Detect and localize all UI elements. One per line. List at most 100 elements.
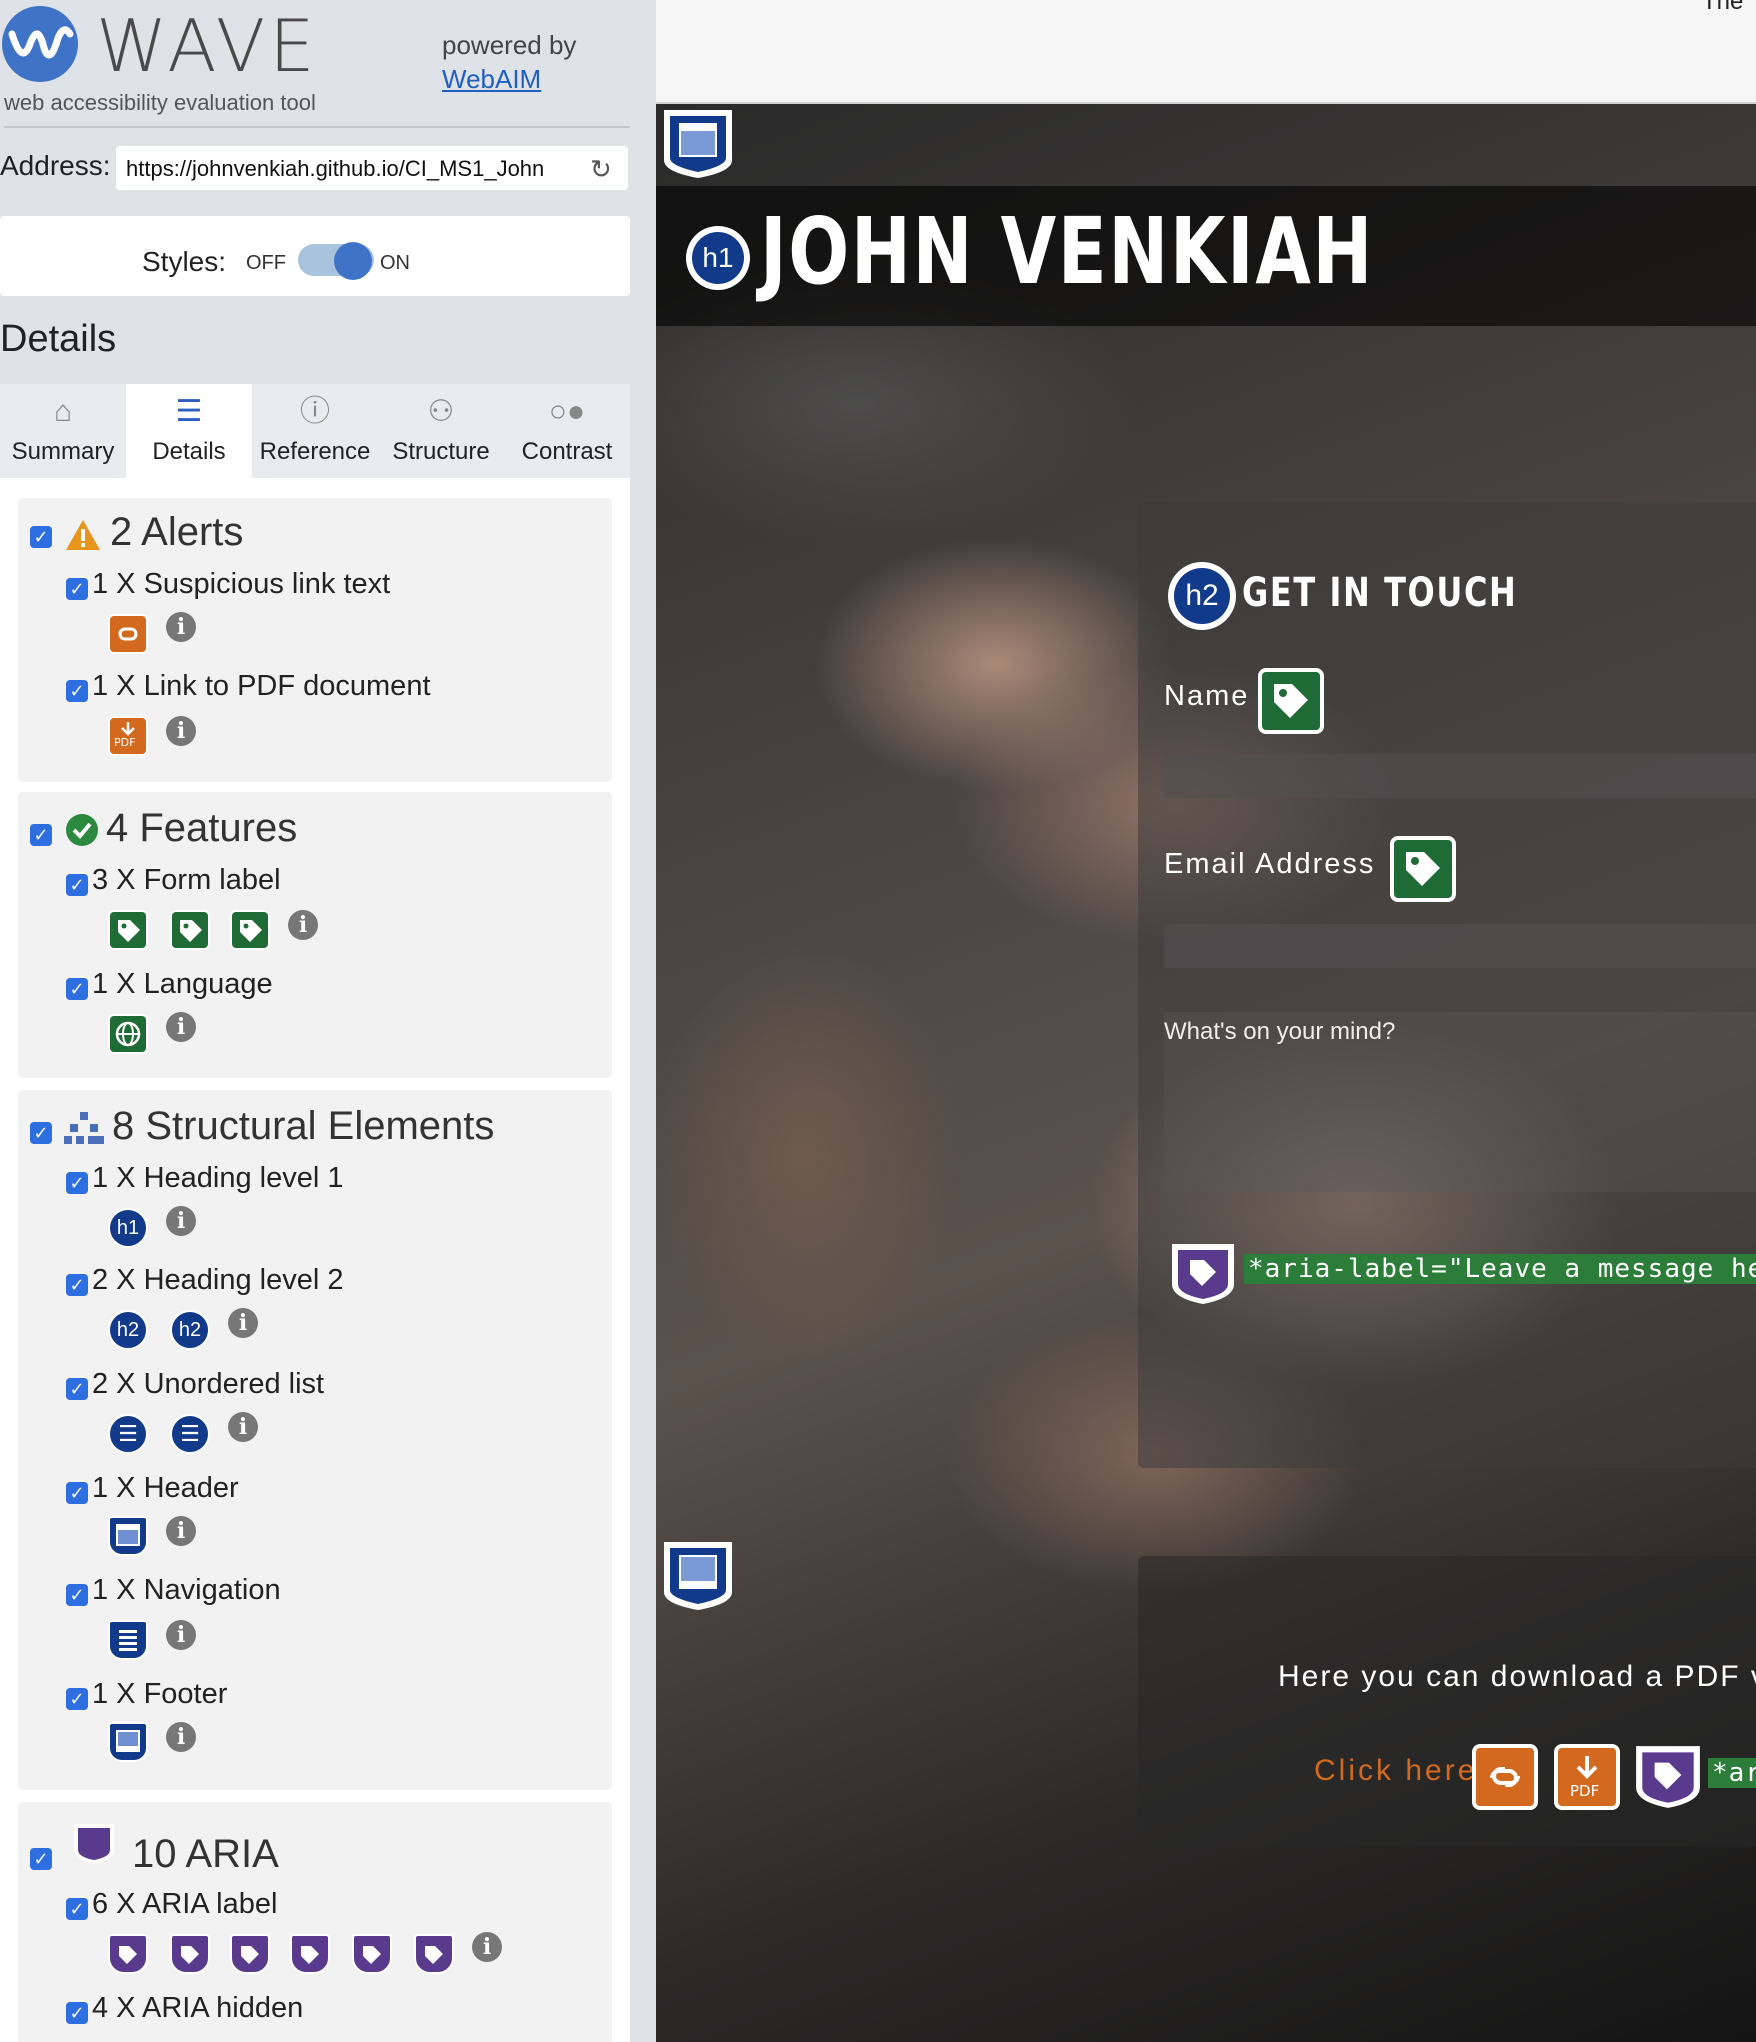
aria-checkbox[interactable]: ✓	[30, 1848, 52, 1870]
unordered-list-icon[interactable]: ☰	[108, 1414, 148, 1454]
aria-item-checkbox[interactable]: ✓	[66, 2002, 88, 2024]
feature-check-icon	[66, 814, 98, 846]
h1-badge-icon[interactable]: h1	[692, 232, 744, 284]
wave-logo-icon	[2, 6, 78, 82]
suspicious-link-icon[interactable]	[108, 614, 148, 654]
heading-h1-icon[interactable]: h1	[108, 1208, 148, 1248]
footer-icon[interactable]	[660, 1538, 736, 1614]
alerts-checkbox[interactable]: ✓	[30, 526, 52, 548]
form-label-icon[interactable]	[230, 910, 270, 950]
features-checkbox[interactable]: ✓	[30, 824, 52, 846]
structure-item-checkbox[interactable]: ✓	[66, 1482, 88, 1504]
tab-label: Details	[152, 438, 226, 465]
tab-details[interactable]: ☰ Details	[126, 384, 252, 478]
address-input[interactable]: https://johnvenkiah.github.io/CI_MS1_Joh…	[116, 146, 628, 190]
info-icon[interactable]: i	[166, 1206, 196, 1236]
structure-item-checkbox[interactable]: ✓	[66, 1688, 88, 1710]
structure-item-checkbox[interactable]: ✓	[66, 1584, 88, 1606]
tab-label: Summary	[11, 438, 115, 465]
page-preview: h1 JOHN VENKIAH h2 GET IN TOUCH Name Ema…	[656, 104, 1756, 2042]
name-input[interactable]	[1164, 754, 1756, 798]
language-globe-icon[interactable]	[108, 1014, 148, 1054]
form-label-icon[interactable]	[1390, 836, 1456, 902]
form-label-icon[interactable]	[1258, 668, 1324, 734]
h2-badge-icon[interactable]: h2	[1174, 568, 1230, 624]
cv-download-link[interactable]: Click here	[1314, 1754, 1477, 1788]
aria-label-icon[interactable]	[414, 1934, 454, 1974]
tab-structure[interactable]: ⚇ Structure	[378, 384, 504, 478]
aria-label-icon[interactable]	[352, 1934, 392, 1974]
structure-item-checkbox[interactable]: ✓	[66, 1378, 88, 1400]
header-icon[interactable]	[660, 106, 736, 182]
header-icon[interactable]	[108, 1516, 148, 1556]
info-icon[interactable]: i	[166, 612, 196, 642]
info-icon[interactable]: i	[228, 1412, 258, 1442]
footer-icon[interactable]	[108, 1722, 148, 1762]
contact-heading: GET IN TOUCH	[1242, 570, 1518, 616]
aria-label-icon[interactable]	[1632, 1740, 1704, 1812]
alert-item-label: 1 X Link to PDF document	[92, 670, 431, 702]
aria-label-annotation: *aria-label="Leave a message here"*	[1244, 1254, 1756, 1284]
aria-label-icon[interactable]	[230, 1934, 270, 1974]
suspicious-link-icon[interactable]	[1472, 1744, 1538, 1810]
home-icon: ⌂	[53, 395, 73, 428]
form-label-icon[interactable]	[108, 910, 148, 950]
divider	[4, 126, 630, 128]
tab-reference[interactable]: ⓘ Reference	[252, 384, 378, 478]
navigation-icon[interactable]	[108, 1620, 148, 1660]
hierarchy-icon: ⚇	[427, 395, 455, 428]
feature-item-checkbox[interactable]: ✓	[66, 978, 88, 1000]
aria-label-icon[interactable]	[108, 1934, 148, 1974]
info-icon[interactable]: i	[288, 910, 318, 940]
aria-label-icon[interactable]	[1168, 1238, 1238, 1308]
tab-label: Contrast	[521, 438, 613, 465]
info-icon[interactable]: i	[166, 1620, 196, 1650]
hierarchy-icon	[64, 1112, 104, 1144]
info-icon[interactable]: i	[472, 1932, 502, 1962]
feature-item-checkbox[interactable]: ✓	[66, 874, 88, 896]
reload-icon[interactable]: ↻	[590, 154, 612, 185]
info-icon[interactable]: i	[228, 1308, 258, 1338]
alert-item-checkbox[interactable]: ✓	[66, 680, 88, 702]
address-label: Address:	[0, 150, 111, 181]
tab-contrast[interactable]: ○● Contrast	[504, 384, 630, 478]
aria-item-label: 4 X ARIA hidden	[92, 1992, 304, 2024]
aria-label-icon[interactable]	[290, 1934, 330, 1974]
email-input[interactable]	[1164, 924, 1756, 968]
aria-label-icon[interactable]	[170, 1934, 210, 1974]
tab-label: Reference	[259, 438, 371, 465]
structure-item-label: 2 X Heading level 2	[92, 1264, 344, 1296]
structure-item-checkbox[interactable]: ✓	[66, 1274, 88, 1296]
svg-text:PDF: PDF	[114, 736, 135, 749]
tab-label: Structure	[392, 438, 490, 465]
styles-label: Styles:	[142, 246, 227, 277]
heading-h2-icon[interactable]: h2	[108, 1310, 148, 1350]
heading-h2-icon[interactable]: h2	[170, 1310, 210, 1350]
pdf-link-icon[interactable]: PDF	[108, 716, 148, 756]
feature-item-label: 3 X Form label	[92, 864, 281, 896]
alert-icon	[66, 520, 100, 550]
structure-checkbox[interactable]: ✓	[30, 1122, 52, 1144]
alert-item-label: 1 X Suspicious link text	[92, 568, 391, 600]
alerts-title: 2 Alerts	[110, 510, 244, 554]
styles-toggle-knob[interactable]	[334, 242, 372, 280]
aria-item-checkbox[interactable]: ✓	[66, 1898, 88, 1920]
info-icon[interactable]: i	[166, 716, 196, 746]
form-label-icon[interactable]	[170, 910, 210, 950]
info-icon[interactable]: i	[166, 1722, 196, 1752]
tab-summary[interactable]: ⌂ Summary	[0, 384, 126, 478]
pdf-link-icon[interactable]: PDF	[1554, 1744, 1620, 1810]
aria-title: 10 ARIA	[132, 1832, 279, 1876]
svg-text:PDF: PDF	[1570, 1782, 1599, 1800]
unordered-list-icon[interactable]: ☰	[170, 1414, 210, 1454]
alert-item-checkbox[interactable]: ✓	[66, 578, 88, 600]
styles-on-label: ON	[380, 252, 410, 274]
tab-bar: ⌂ Summary ☰ Details ⓘ Reference ⚇ Struct…	[0, 384, 630, 478]
info-icon[interactable]: i	[166, 1516, 196, 1546]
styles-off-label: OFF	[246, 252, 286, 274]
aria-icon	[74, 1824, 114, 1864]
structure-item-label: 1 X Footer	[92, 1678, 228, 1710]
info-icon[interactable]: i	[166, 1012, 196, 1042]
structure-item-checkbox[interactable]: ✓	[66, 1172, 88, 1194]
webaim-link[interactable]: WebAIM	[442, 62, 576, 96]
